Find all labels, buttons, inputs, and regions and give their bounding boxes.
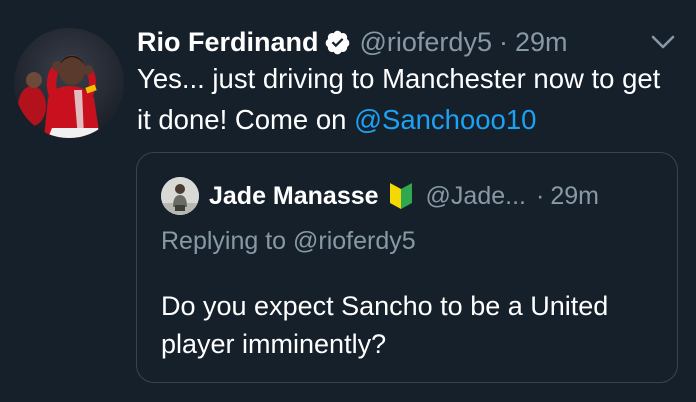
replying-to[interactable]: Replying to @rioferdy5 (161, 227, 416, 256)
verified-badge-icon (324, 29, 351, 56)
quote-header: Jade Manasse @Jade... · 29m (209, 177, 599, 215)
quote-separator-dot: · (535, 181, 545, 210)
avatar[interactable] (14, 28, 124, 138)
quote-avatar[interactable] (161, 177, 199, 215)
chevron-down-icon[interactable] (648, 30, 678, 54)
tweet-header: Rio Ferdinand @rioferdy5 · 29m (137, 24, 568, 60)
quote-timestamp[interactable]: 29m (550, 182, 599, 211)
quote-display-name[interactable]: Jade Manasse (209, 182, 379, 211)
quote-text: Do you expect Sancho to be a United play… (161, 291, 609, 359)
quote-handle[interactable]: @Jade... (426, 182, 526, 211)
handle[interactable]: @rioferdy5 (360, 27, 492, 58)
tweet-text: Yes... just driving to Manchester now to… (137, 58, 677, 140)
mention-link[interactable]: @Sanchooo10 (354, 104, 536, 135)
tweet[interactable]: Rio Ferdinand @rioferdy5 · 29m Yes... ju… (0, 0, 696, 402)
timestamp[interactable]: 29m (515, 27, 568, 58)
beginner-mark-icon (388, 181, 414, 211)
quoted-tweet-card[interactable]: Jade Manasse @Jade... · 29m Replying to … (136, 152, 678, 383)
separator-dot: · (498, 26, 508, 57)
display-name[interactable]: Rio Ferdinand (137, 27, 319, 58)
